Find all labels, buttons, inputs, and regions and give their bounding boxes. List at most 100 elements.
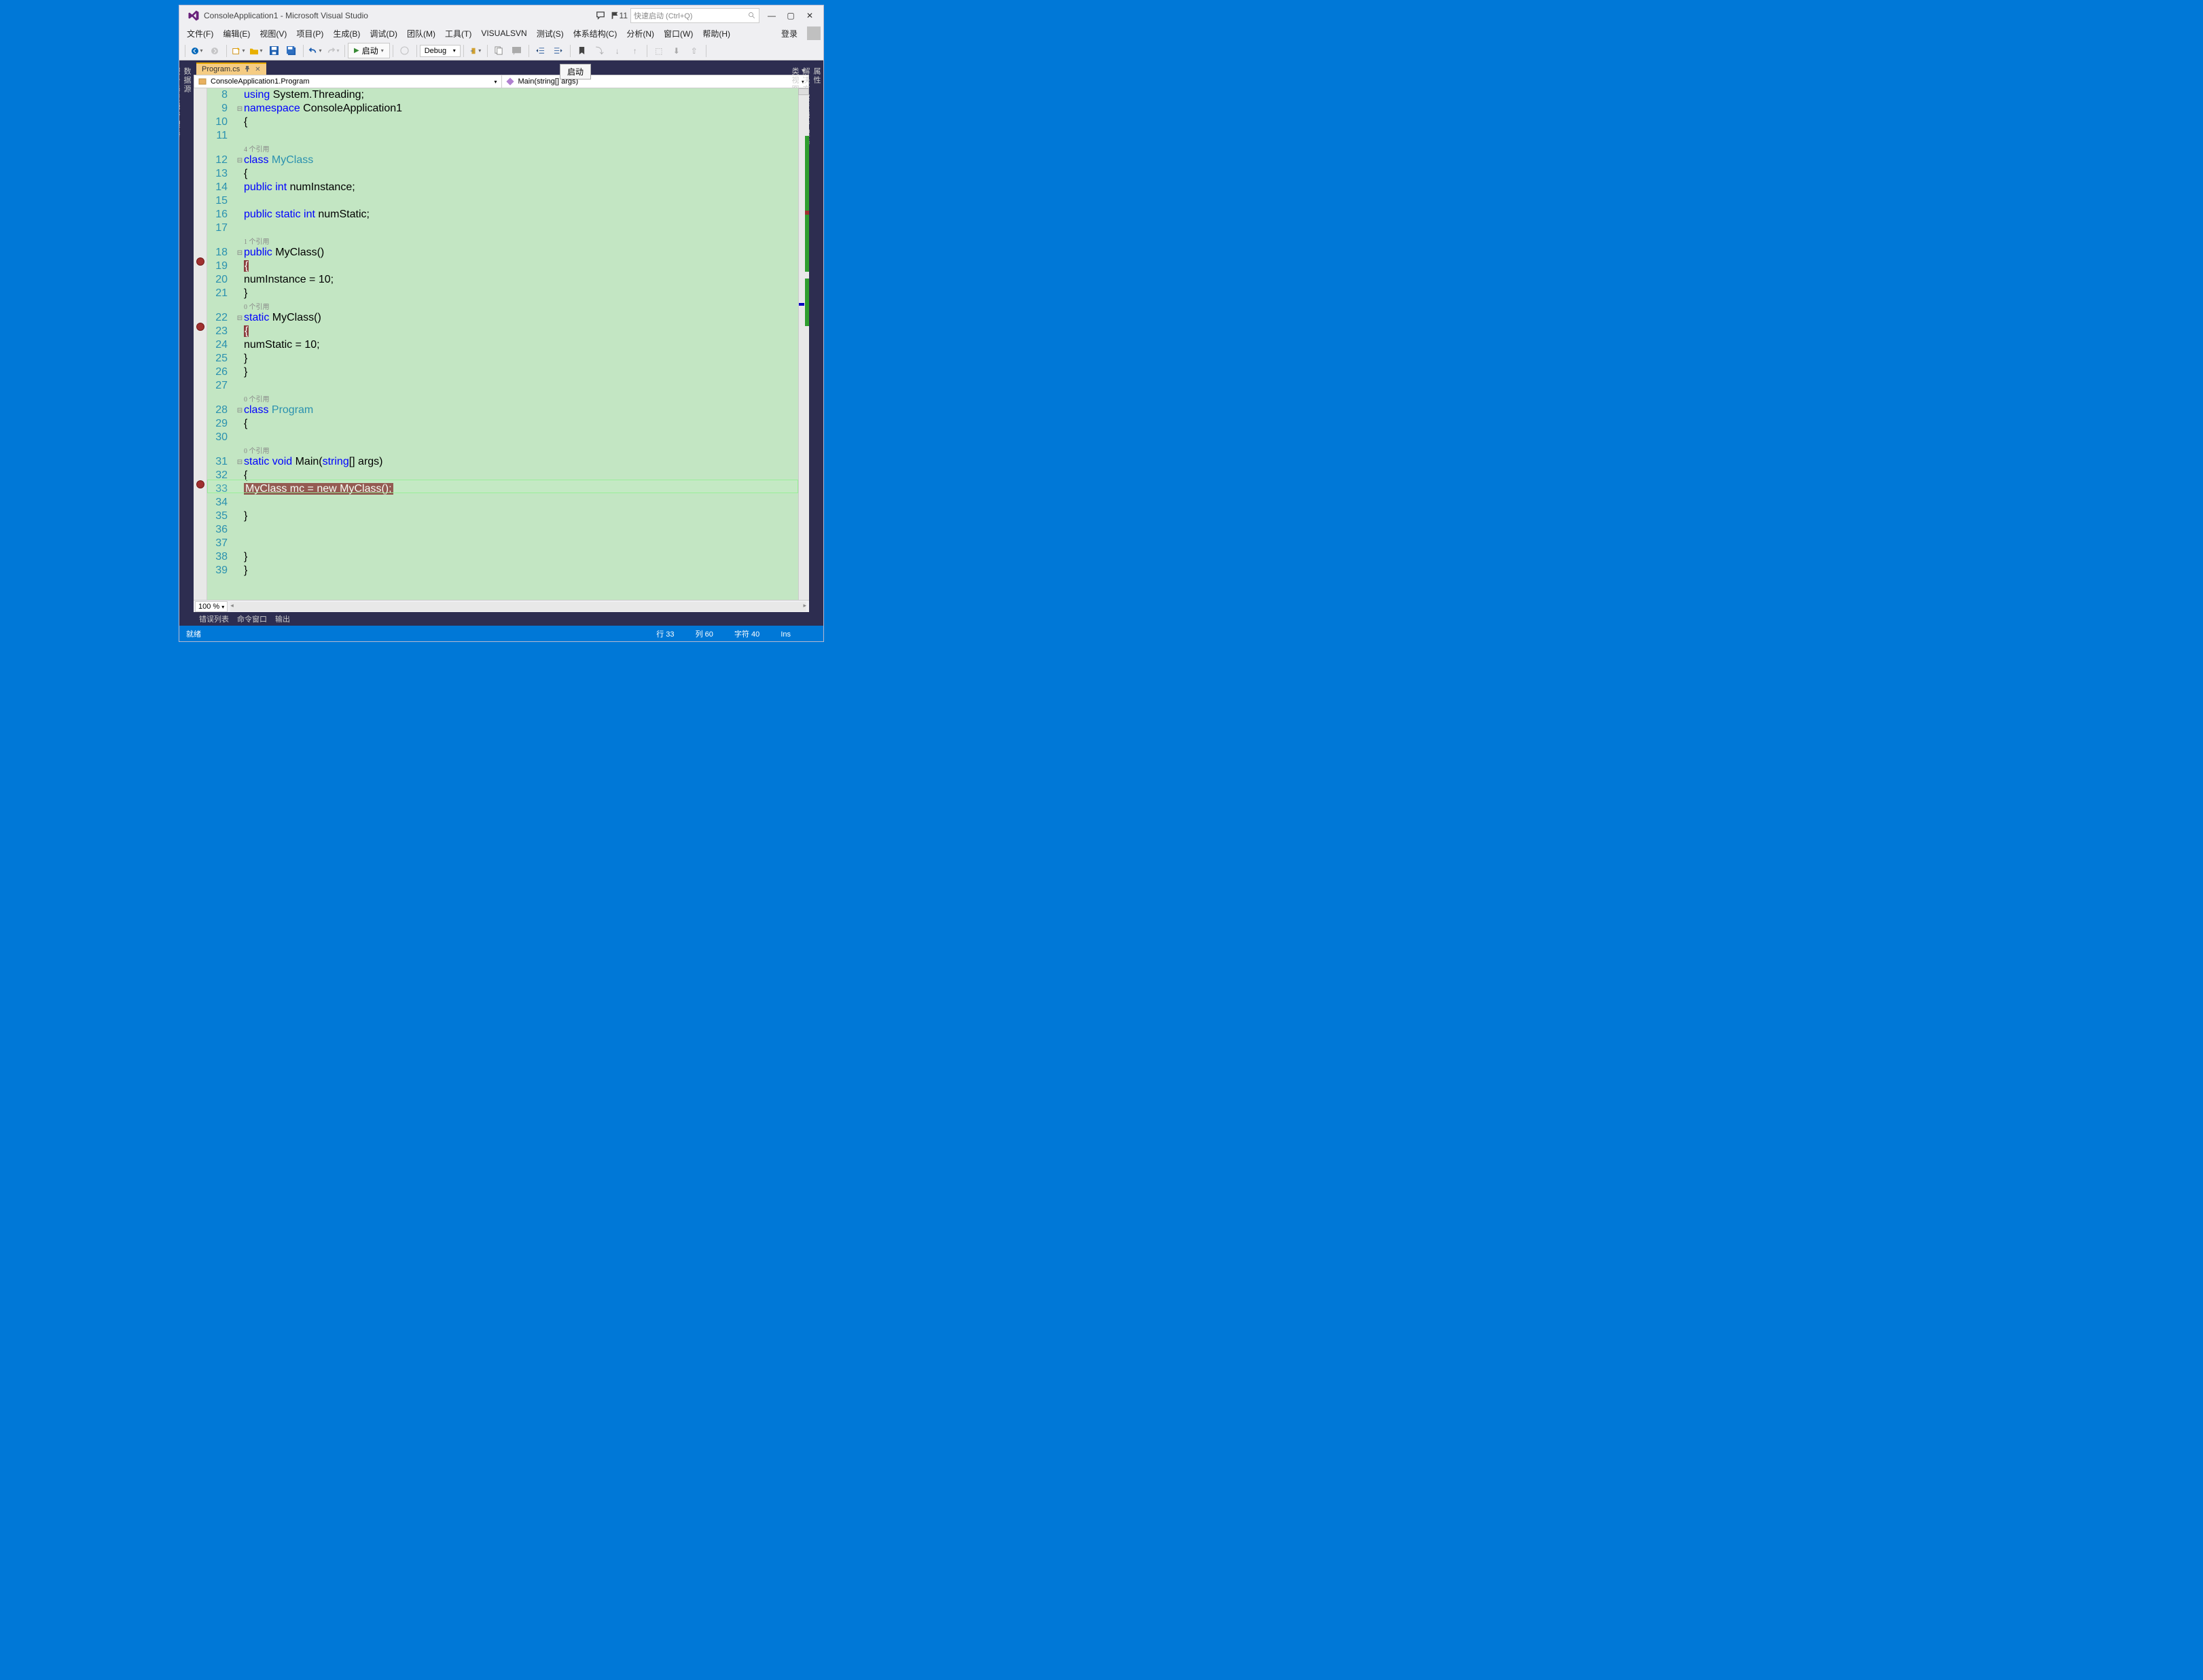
code-line[interactable]: 18⊟ public MyClass(): [207, 246, 798, 260]
menu-project[interactable]: 项目(P): [291, 26, 328, 41]
nav-fwd-button[interactable]: [207, 43, 222, 58]
code-line[interactable]: 30: [207, 431, 798, 444]
config-dropdown[interactable]: Debug▾: [420, 45, 461, 57]
code-line[interactable]: 38 }: [207, 550, 798, 564]
code-line[interactable]: 11: [207, 129, 798, 143]
sign-in-link[interactable]: 登录: [776, 26, 803, 41]
nav-type-dropdown[interactable]: ConsoleApplication1.Program ▾: [194, 75, 502, 88]
code-line[interactable]: 14 public int numInstance;: [207, 181, 798, 194]
tab-command-window[interactable]: 命令窗口: [237, 613, 267, 624]
nav-back-button[interactable]: [190, 43, 204, 58]
code-line[interactable]: 32 {: [207, 469, 798, 482]
doc-tab-program[interactable]: Program.cs ✕: [196, 62, 266, 75]
side-tab-datasource[interactable]: 数据源: [181, 65, 192, 613]
code-line[interactable]: 12⊟ class MyClass: [207, 154, 798, 167]
menu-file[interactable]: 文件(F): [182, 26, 218, 41]
menu-build[interactable]: 生成(B): [328, 26, 365, 41]
code-line[interactable]: 25 }: [207, 352, 798, 365]
start-button[interactable]: ▶ 启动 ▾: [348, 43, 390, 58]
code-line[interactable]: 23 {: [207, 325, 798, 338]
breakpoint-margin[interactable]: [194, 88, 207, 600]
browser-button[interactable]: [397, 43, 412, 58]
code-line[interactable]: 13 {: [207, 167, 798, 181]
tab-output[interactable]: 输出: [275, 613, 290, 624]
menu-debug[interactable]: 调试(D): [365, 26, 402, 41]
avatar-icon[interactable]: [807, 26, 821, 40]
indent-right-button[interactable]: [551, 43, 566, 58]
breakpoint-icon[interactable]: [196, 323, 204, 331]
code-line[interactable]: 17: [207, 221, 798, 235]
minimize-button[interactable]: —: [762, 8, 781, 23]
nav-member-dropdown[interactable]: Main(string[] args) ▾: [502, 75, 809, 88]
code-line[interactable]: 37: [207, 537, 798, 550]
code-line[interactable]: 26 }: [207, 365, 798, 379]
split-handle[interactable]: [798, 88, 809, 95]
maximize-button[interactable]: ▢: [781, 8, 800, 23]
close-button[interactable]: ✕: [800, 8, 819, 23]
notifications-flag[interactable]: 11: [610, 11, 628, 20]
show-next-button[interactable]: ⇧: [687, 43, 702, 58]
indent-left-button[interactable]: [533, 43, 548, 58]
code-line[interactable]: 31⊟ static void Main(string[] args): [207, 455, 798, 469]
code-line[interactable]: 35 }: [207, 510, 798, 523]
menu-view[interactable]: 视图(V): [255, 26, 291, 41]
menu-team[interactable]: 团队(M): [402, 26, 440, 41]
code-line[interactable]: 29 {: [207, 417, 798, 431]
redo-button[interactable]: [325, 43, 340, 58]
code-line[interactable]: 21 }: [207, 287, 798, 300]
side-tab-properties[interactable]: 属性: [811, 65, 822, 613]
menu-visualsvn[interactable]: VISUALSVN: [476, 26, 531, 40]
run-to-button[interactable]: ⬇: [669, 43, 684, 58]
code-line[interactable]: 19 {: [207, 260, 798, 273]
menu-window[interactable]: 窗口(W): [659, 26, 698, 41]
code-line[interactable]: 0 个引用: [207, 444, 798, 455]
code-line[interactable]: 28⊟ class Program: [207, 404, 798, 417]
undo-button[interactable]: [308, 43, 323, 58]
feedback-icon[interactable]: [593, 8, 608, 23]
code-line[interactable]: 0 个引用: [207, 300, 798, 311]
svn-button[interactable]: [468, 43, 483, 58]
close-tab-icon[interactable]: ✕: [255, 66, 260, 73]
save-button[interactable]: [266, 43, 281, 58]
code-line[interactable]: 10{: [207, 115, 798, 129]
code-line[interactable]: 22⊟ static MyClass(): [207, 311, 798, 325]
menu-test[interactable]: 测试(S): [532, 26, 569, 41]
step-into-button[interactable]: ↓: [610, 43, 625, 58]
code-line[interactable]: 1 个引用: [207, 235, 798, 246]
vertical-scrollbar[interactable]: [798, 88, 809, 600]
horizontal-scrollbar[interactable]: ◂▸: [230, 602, 806, 611]
code-line[interactable]: 33 MyClass mc = new MyClass();: [207, 482, 798, 496]
code-line[interactable]: 15: [207, 194, 798, 208]
find-files-button[interactable]: [492, 43, 507, 58]
code-line[interactable]: 4 个引用: [207, 143, 798, 154]
menu-arch[interactable]: 体系结构(C): [569, 26, 622, 41]
breakpoint-icon[interactable]: [196, 257, 204, 266]
menu-analyze[interactable]: 分析(N): [622, 26, 659, 41]
menu-tools[interactable]: 工具(T): [440, 26, 476, 41]
new-project-button[interactable]: [231, 43, 246, 58]
code-line[interactable]: 8using System.Threading;: [207, 88, 798, 102]
bookmark-button[interactable]: [575, 43, 590, 58]
step-over-button[interactable]: ⤵: [592, 43, 607, 58]
code-editor[interactable]: 8using System.Threading;9⊟namespace Cons…: [194, 88, 809, 600]
code-line[interactable]: 36: [207, 523, 798, 537]
code-line[interactable]: 20 numInstance = 10;: [207, 273, 798, 287]
code-line[interactable]: 9⊟namespace ConsoleApplication1: [207, 102, 798, 115]
tab-error-list[interactable]: 错误列表: [199, 613, 229, 624]
code-line[interactable]: 27: [207, 379, 798, 393]
breakpoint-icon[interactable]: [196, 480, 204, 488]
save-all-button[interactable]: [284, 43, 299, 58]
code-line[interactable]: 24 numStatic = 10;: [207, 338, 798, 352]
code-line[interactable]: 39}: [207, 564, 798, 577]
hex-button[interactable]: ⬚: [651, 43, 666, 58]
code-line[interactable]: 16 public static int numStatic;: [207, 208, 798, 221]
code-line[interactable]: 34: [207, 496, 798, 510]
menu-help[interactable]: 帮助(H): [698, 26, 735, 41]
code-line[interactable]: 0 个引用: [207, 393, 798, 404]
quick-launch-input[interactable]: 快速启动 (Ctrl+Q): [630, 8, 759, 23]
open-button[interactable]: [249, 43, 264, 58]
pin-icon[interactable]: [244, 65, 251, 73]
menu-edit[interactable]: 编辑(E): [218, 26, 255, 41]
zoom-dropdown[interactable]: 100 % ▾: [195, 601, 228, 612]
comment-button[interactable]: [509, 43, 524, 58]
